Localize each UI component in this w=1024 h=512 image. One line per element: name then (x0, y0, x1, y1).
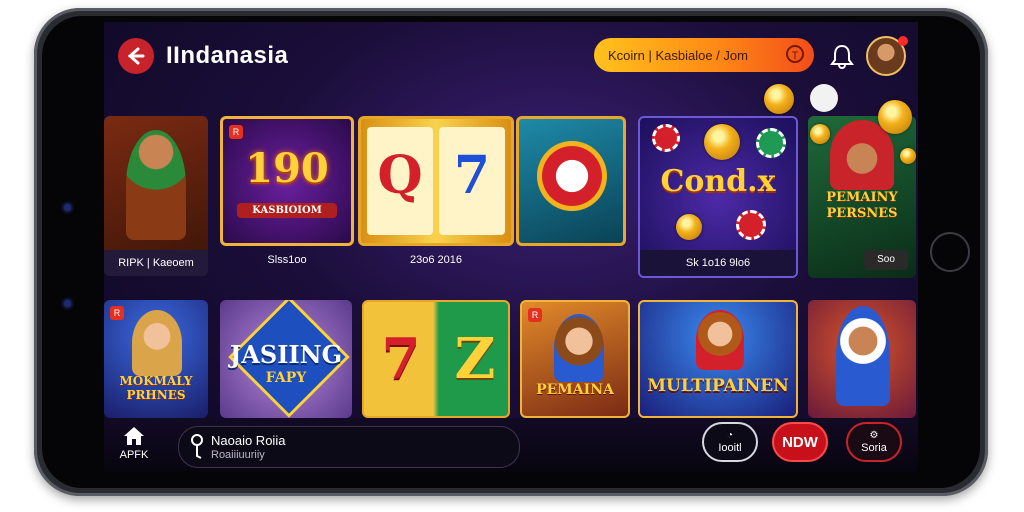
app-screen: IIndanasia Kcoirn | Kasbialoe / Jom T RI… (104, 22, 918, 472)
top-bar: IIndanasia Kcoirn | Kasbialoe / Jom T (104, 22, 918, 92)
game-art-title: Cond.x (660, 164, 776, 199)
phone-home-button[interactable] (930, 232, 970, 272)
game-tile-10[interactable]: R PEMAINA (520, 300, 630, 418)
game-caption: RIPK | Kaeoem (104, 250, 208, 276)
right-action-button[interactable]: ⚙ Soria (846, 422, 902, 462)
coin-icon (764, 84, 794, 114)
reel-symbol: Z (454, 326, 496, 392)
search-bar[interactable]: Kcoirn | Kasbialoe / Jom T (594, 38, 814, 72)
game-art-subtitle: KASBIOIOM (237, 203, 337, 218)
player-subtitle: Roaiiiuuriiy (211, 449, 265, 461)
app-title: IIndanasia (166, 42, 289, 69)
game-tile-12[interactable] (808, 300, 916, 418)
game-tile-3[interactable]: Q 7 (358, 116, 514, 246)
character-figure (132, 310, 182, 376)
reel-symbol: 7 (381, 326, 421, 392)
game-caption: Slss1oo (267, 254, 307, 266)
camera-dot-bottom (64, 300, 71, 307)
game-art-title: PEMAINY PERSNES (826, 190, 898, 221)
lock-icon: ◔ (726, 430, 734, 441)
game-art-title: MOKMALY PRHNES (119, 374, 193, 402)
coin-icon (676, 214, 702, 240)
token-icon (537, 141, 607, 211)
game-tile-8[interactable]: JASIING FAPY (220, 300, 352, 418)
game-art-title: PEMAINA (536, 382, 614, 398)
game-tile-4[interactable] (516, 116, 626, 246)
character-figure (554, 314, 604, 382)
now-button-label: NDW (782, 433, 818, 451)
now-button[interactable]: NDW (772, 422, 828, 462)
home-icon (124, 427, 144, 445)
coin-icon (900, 148, 916, 164)
game-tile-5[interactable]: Cond.x Sk 1o16 9lo6 (638, 116, 798, 278)
reel-symbol: 7 (453, 145, 491, 206)
settings-icon: ⚙ (869, 430, 879, 441)
game-tile-9[interactable]: 7 Z (362, 300, 510, 418)
game-art-title: JASIING (229, 340, 343, 369)
chip-icon (736, 210, 766, 240)
home-nav-button[interactable]: APFK (114, 426, 154, 461)
bell-icon[interactable] (828, 42, 856, 70)
user-icon (191, 434, 203, 459)
new-tag: R (229, 125, 243, 139)
character-figure (696, 310, 744, 370)
dice-icon (810, 84, 838, 112)
player-title: Naoaio Roiia (211, 433, 286, 448)
left-action-label: Iooitl (718, 442, 742, 454)
bottom-bar: APFK Naoaio Roiia Roaiiiuuriiy ◔ Iooitl … (104, 418, 918, 472)
game-caption: 23o6 2016 (410, 254, 462, 266)
left-action-button[interactable]: ◔ Iooitl (702, 422, 758, 462)
coin-icon (878, 100, 912, 134)
game-art-title: MULTIPAINEN (647, 376, 789, 396)
new-tag: R (110, 306, 124, 320)
chip-icon (756, 128, 786, 158)
new-tag: R (528, 308, 542, 322)
camera-dot-top (64, 204, 71, 211)
coin-icon (810, 124, 830, 144)
game-caption: Soo (864, 250, 908, 270)
game-tile-11[interactable]: MULTIPAINEN (638, 300, 798, 418)
game-tile-2[interactable]: R 190 KASBIOIOM (220, 116, 354, 246)
home-nav-label: APFK (119, 449, 149, 461)
clear-search-icon[interactable]: T (786, 45, 804, 63)
game-tile-1[interactable]: RIPK | Kaeoem (104, 116, 208, 276)
chip-icon (652, 124, 680, 152)
back-button[interactable] (118, 38, 154, 74)
game-art-subtitle: FAPY (265, 370, 307, 386)
game-tile-7[interactable]: R MOKMALY PRHNES (104, 300, 208, 418)
search-text: Kcoirn | Kasbialoe / Jom (608, 47, 748, 63)
now-playing-bar[interactable]: Naoaio Roiia Roaiiiuuriiy (178, 426, 520, 468)
right-action-label: Soria (861, 442, 887, 454)
reel-symbol: Q (377, 145, 423, 206)
character-figure (126, 130, 186, 240)
character-figure (836, 306, 890, 406)
coin-icon (704, 124, 740, 160)
notification-badge (898, 36, 908, 46)
arrow-left-icon (127, 47, 145, 65)
game-caption: Sk 1o16 9lo6 (640, 250, 796, 276)
game-art-title: 190 (245, 145, 329, 192)
